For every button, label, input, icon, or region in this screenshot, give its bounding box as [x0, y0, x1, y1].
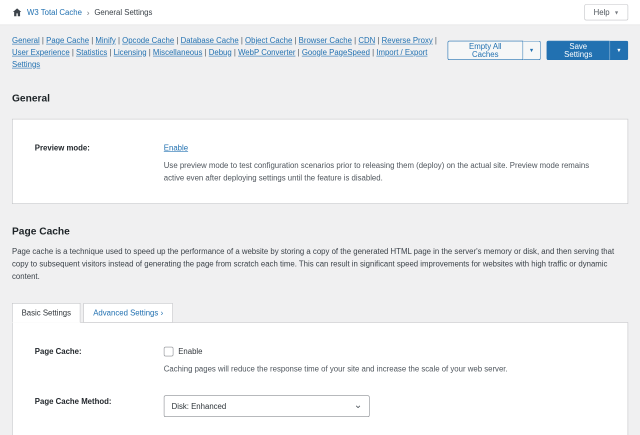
preview-mode-description: Use preview mode to test configuration s… — [164, 159, 611, 184]
help-button-label: Help — [594, 8, 610, 17]
nav-link-reverse-proxy[interactable]: Reverse Proxy — [382, 36, 433, 45]
nav-link-browser-cache[interactable]: Browser Cache — [299, 36, 352, 45]
nav-link-debug[interactable]: Debug — [209, 48, 232, 57]
nav-link-database-cache[interactable]: Database Cache — [181, 36, 239, 45]
save-settings-split-button: Save Settings ▼ — [547, 41, 628, 60]
page-cache-enable-description: Caching pages will reduce the response t… — [164, 362, 508, 375]
nav-link-webp-converter[interactable]: WebP Converter — [238, 48, 295, 57]
page-cache-method-select[interactable]: Disk: Enhanced — [164, 395, 370, 417]
content-area: General | Page Cache | Minify | Opcode C… — [0, 25, 640, 435]
breadcrumb-separator: › — [87, 8, 90, 18]
page-cache-enable-row: Page Cache: Enable Caching pages will re… — [13, 346, 628, 375]
page-cache-enable-label: Page Cache: — [13, 346, 164, 358]
page-cache-method-label: Page Cache Method: — [13, 395, 164, 407]
tab-advanced-settings[interactable]: Advanced Settings› — [84, 303, 173, 323]
page-cache-method-control: Disk: Enhanced ⌄ — [164, 395, 370, 417]
breadcrumb-plugin-link[interactable]: W3 Total Cache — [27, 8, 82, 17]
page-cache-enable-control: Enable Caching pages will reduce the res… — [164, 346, 508, 375]
chevron-right-icon: › — [161, 308, 164, 317]
save-settings-button[interactable]: Save Settings — [547, 41, 610, 60]
toolbar: Empty All Caches ▼ Save Settings ▼ — [448, 35, 629, 60]
empty-all-caches-split-button: Empty All Caches ▼ — [448, 41, 541, 60]
top-row: General | Page Cache | Minify | Opcode C… — [12, 35, 628, 71]
general-section-title: General — [12, 92, 628, 104]
save-settings-dropdown-toggle[interactable]: ▼ — [610, 41, 629, 60]
preview-mode-row: Preview mode: Enable Use preview mode to… — [13, 142, 628, 184]
general-section-box: Preview mode: Enable Use preview mode to… — [12, 119, 628, 204]
nav-link-minify[interactable]: Minify — [95, 36, 115, 45]
breadcrumb-current-page: General Settings — [94, 8, 152, 17]
chevron-down-icon: ▼ — [529, 48, 534, 53]
nav-link-miscellaneous[interactable]: Miscellaneous — [153, 48, 202, 57]
nav-link-opcode-cache[interactable]: Opcode Cache — [122, 36, 174, 45]
nav-link-google-pagespeed[interactable]: Google PageSpeed — [302, 48, 370, 57]
nav-link-object-cache[interactable]: Object Cache — [245, 36, 292, 45]
settings-tabs: Basic Settings Advanced Settings› — [12, 303, 628, 322]
module-nav: General | Page Cache | Minify | Opcode C… — [12, 35, 448, 71]
page-cache-section-description: Page cache is a technique used to speed … — [12, 245, 628, 283]
page-cache-section-title: Page Cache — [12, 226, 628, 238]
page-cache-enable-checkbox-label[interactable]: Enable — [178, 346, 202, 358]
preview-mode-enable-link[interactable]: Enable — [164, 143, 188, 152]
empty-all-caches-button[interactable]: Empty All Caches — [448, 41, 523, 60]
nav-link-page-cache[interactable]: Page Cache — [46, 36, 89, 45]
nav-link-general[interactable]: General — [12, 36, 40, 45]
breadcrumb: W3 Total Cache › General Settings — [12, 7, 152, 17]
nav-link-statistics[interactable]: Statistics — [76, 48, 107, 57]
preview-mode-label: Preview mode: — [13, 142, 164, 154]
nav-link-cdn[interactable]: CDN — [358, 36, 375, 45]
tab-advanced-settings-label: Advanced Settings — [93, 308, 158, 317]
nav-separator: | — [433, 36, 437, 45]
tab-basic-settings-label: Basic Settings — [22, 308, 71, 317]
home-icon — [12, 7, 22, 17]
chevron-down-icon: ▼ — [616, 48, 621, 53]
help-button[interactable]: Help ▼ — [585, 4, 629, 20]
nav-link-user-experience[interactable]: User Experience — [12, 48, 70, 57]
tab-basic-settings[interactable]: Basic Settings — [12, 303, 81, 323]
nav-link-licensing[interactable]: Licensing — [114, 48, 147, 57]
viewport: W3 Total Cache › General Settings Help ▼… — [0, 0, 640, 435]
preview-mode-control: Enable Use preview mode to test configur… — [164, 142, 611, 184]
chevron-down-icon: ▼ — [614, 9, 619, 15]
topbar: W3 Total Cache › General Settings Help ▼ — [0, 0, 640, 25]
page-cache-settings-box: Page Cache: Enable Caching pages will re… — [12, 322, 628, 435]
empty-all-caches-dropdown-toggle[interactable]: ▼ — [523, 41, 541, 60]
page-cache-method-row: Page Cache Method: Disk: Enhanced ⌄ — [13, 395, 628, 417]
page-cache-enable-checkbox[interactable] — [164, 347, 174, 357]
w3tc-general-settings-page: W3 Total Cache › General Settings Help ▼… — [0, 0, 640, 435]
